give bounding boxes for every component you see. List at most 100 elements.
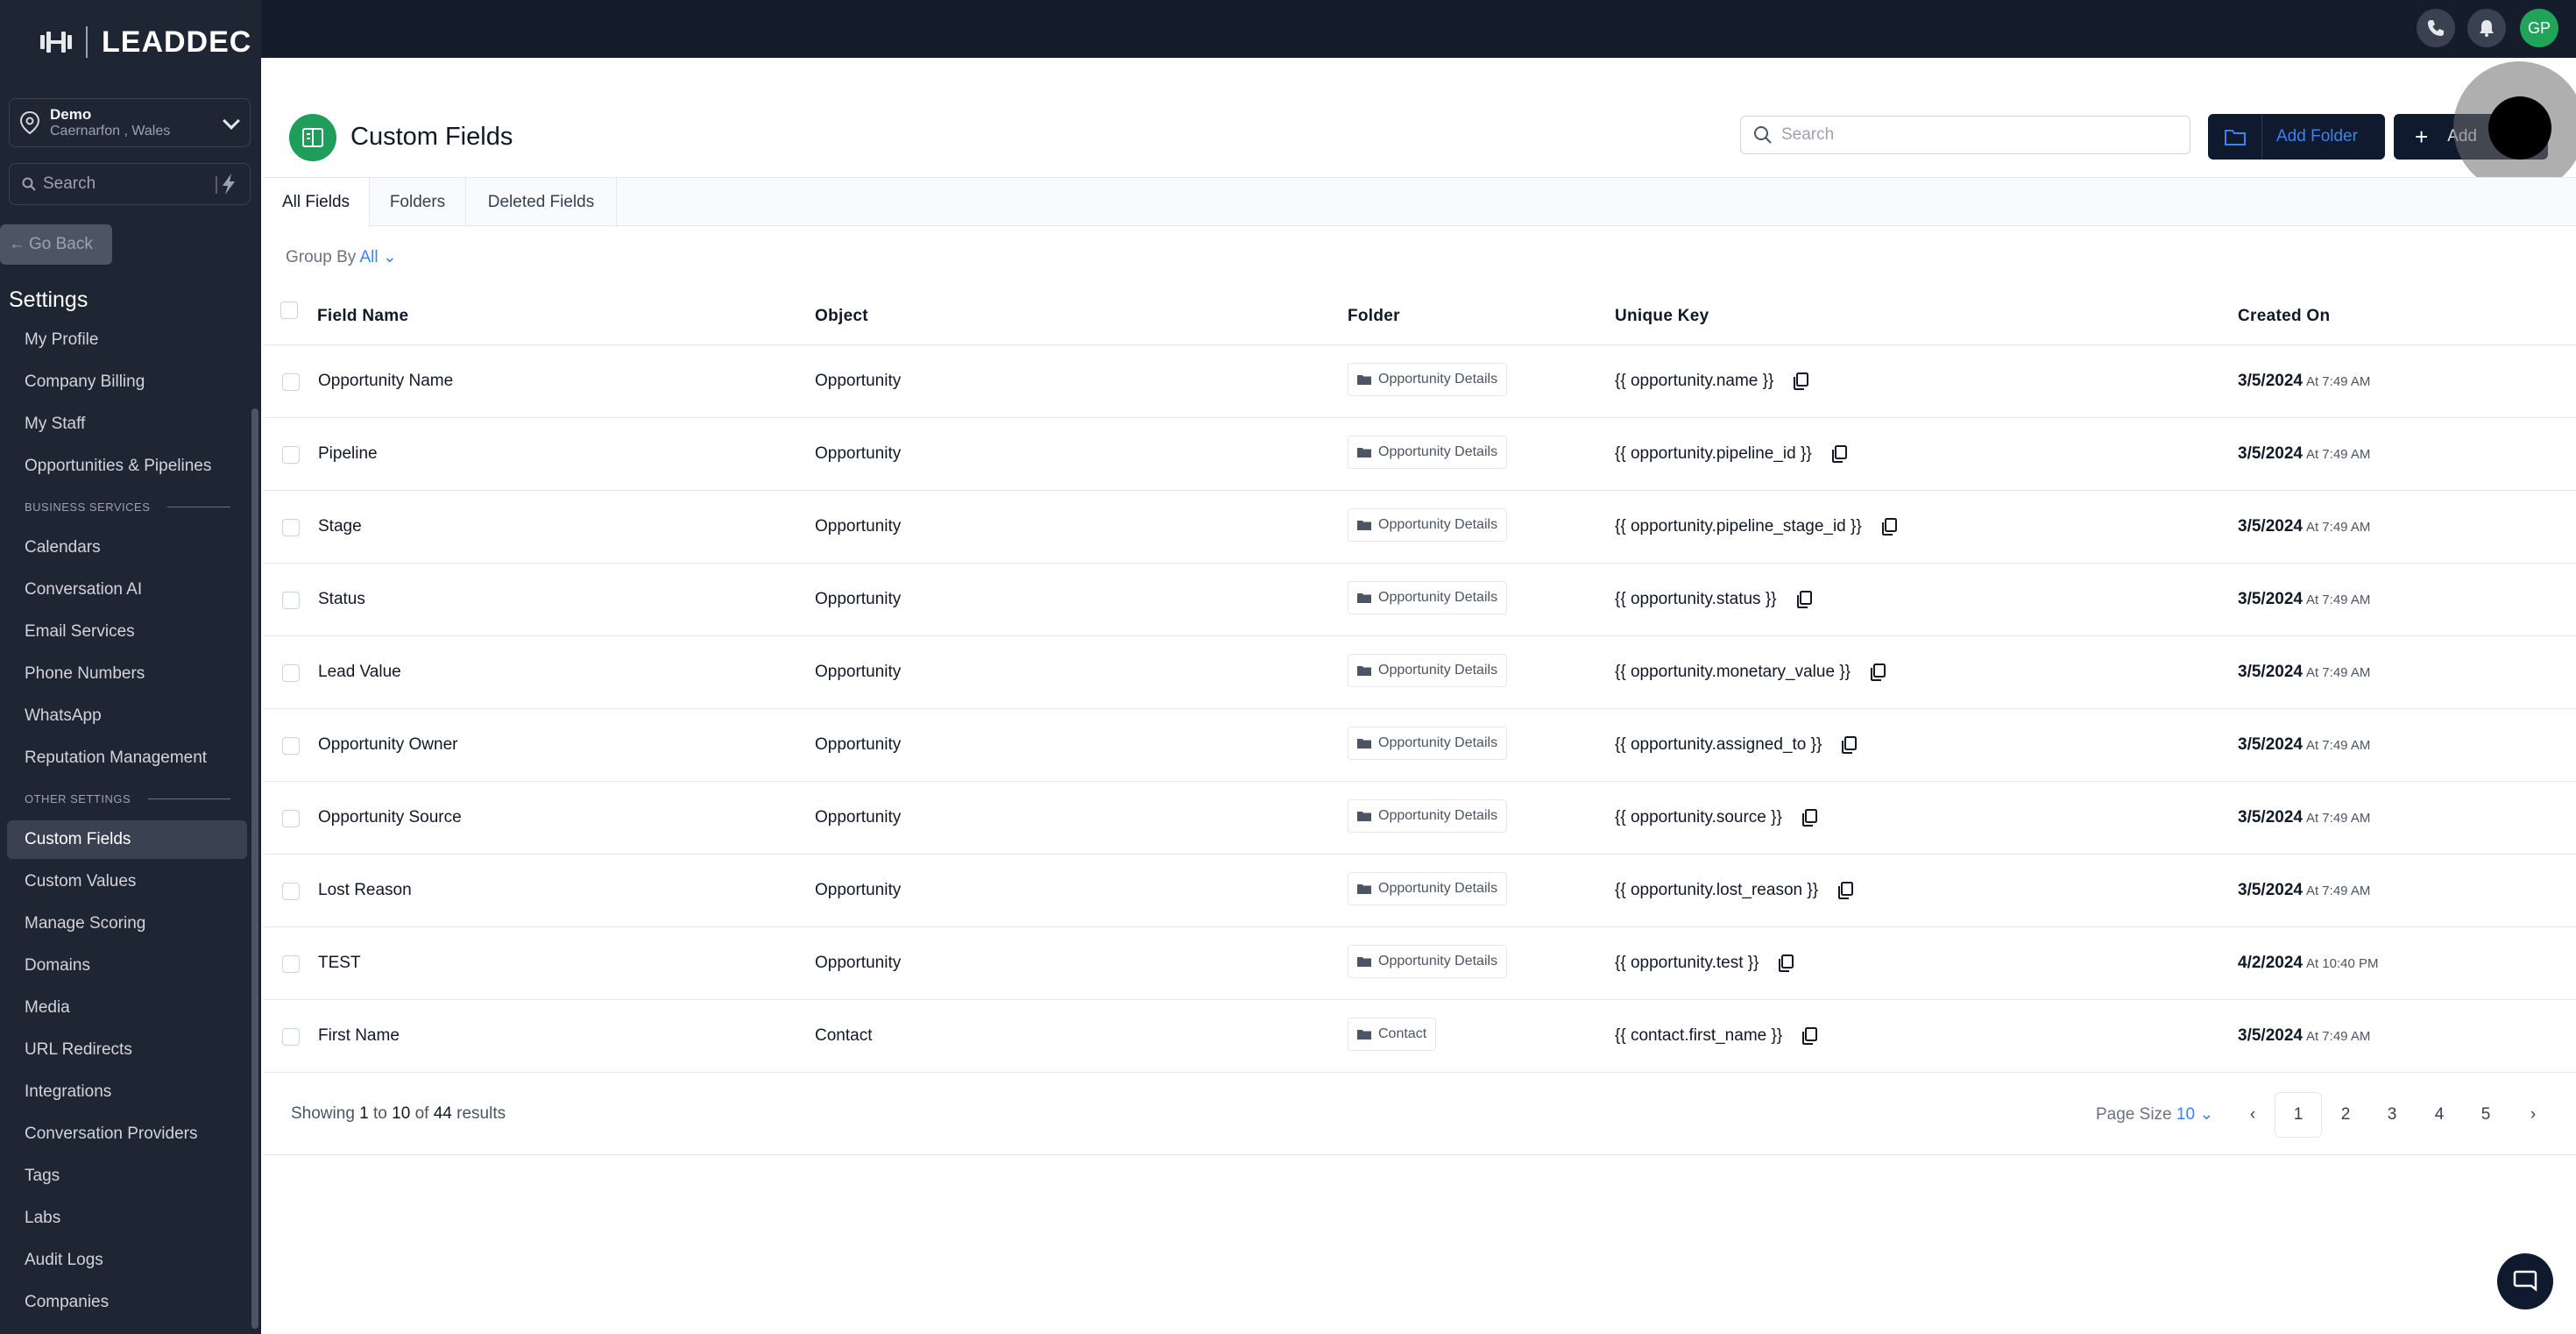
row-checkbox[interactable] (282, 519, 300, 536)
chat-widget-button[interactable] (2497, 1253, 2553, 1309)
copy-icon[interactable] (1793, 373, 1809, 390)
page-button-4[interactable]: 4 (2416, 1092, 2463, 1138)
next-page-button[interactable]: › (2509, 1092, 2557, 1138)
table-row[interactable]: Opportunity Source Opportunity Opportunity… (263, 782, 2576, 855)
column-header-unique-key[interactable]: Unique Key (1615, 307, 1709, 326)
page-button-5[interactable]: 5 (2462, 1092, 2509, 1138)
folder-chip[interactable]: Opportunity Details (1348, 581, 1508, 614)
nav-item-tags[interactable]: Tags (7, 1157, 247, 1196)
nav-item-labs[interactable]: Labs (7, 1199, 247, 1238)
copy-icon[interactable] (1870, 663, 1886, 681)
nav-item-audit-logs[interactable]: Audit Logs (7, 1241, 247, 1280)
column-header-object[interactable]: Object (815, 307, 868, 326)
page-size-selector[interactable]: Page Size 10 ⌄ (2096, 1104, 2213, 1125)
field-name[interactable]: Opportunity Name (318, 372, 453, 391)
nav-item-email-services[interactable]: Email Services (7, 613, 247, 651)
field-name[interactable]: Stage (318, 517, 362, 536)
nav-item-reputation-management[interactable]: Reputation Management (7, 739, 247, 777)
location-switcher[interactable]: Demo Caernarfon , Wales (9, 98, 251, 147)
folder-chip[interactable]: Opportunity Details (1348, 799, 1508, 833)
prev-page-button[interactable]: ‹ (2229, 1092, 2276, 1138)
sidebar-scrollbar[interactable] (251, 408, 258, 1329)
user-avatar[interactable]: GP (2520, 9, 2558, 47)
nav-item-domains[interactable]: Domains (7, 947, 247, 985)
copy-icon[interactable] (1837, 882, 1854, 899)
field-name[interactable]: Lead Value (318, 663, 401, 682)
table-row[interactable]: First Name Contact Contact {{ contact.first… (263, 1000, 2576, 1073)
folder-chip[interactable]: Opportunity Details (1348, 363, 1508, 396)
row-checkbox[interactable] (282, 592, 300, 609)
brand-logo[interactable]: LEADDEC (39, 25, 251, 60)
group-by-selector[interactable]: Group By All ⌄ (286, 247, 397, 267)
table-row[interactable]: Opportunity Name Opportunity Opportunity D… (263, 345, 2576, 418)
tab-all-fields[interactable]: All Fields (263, 178, 370, 227)
table-row[interactable]: Status Opportunity Opportunity Details {{ o… (263, 564, 2576, 636)
row-checkbox[interactable] (282, 737, 300, 755)
folder-chip[interactable]: Opportunity Details (1348, 436, 1508, 469)
notifications-button[interactable] (2467, 9, 2506, 47)
column-header-folder[interactable]: Folder (1348, 307, 1400, 326)
copy-icon[interactable] (1796, 591, 1812, 608)
field-name[interactable]: Status (318, 590, 365, 609)
folder-chip[interactable]: Opportunity Details (1348, 872, 1508, 905)
nav-item-calendars[interactable]: Calendars (7, 529, 247, 567)
lightning-icon[interactable] (215, 171, 241, 197)
search-input[interactable]: Search (1740, 116, 2190, 154)
row-checkbox[interactable] (282, 373, 300, 391)
row-checkbox[interactable] (282, 810, 300, 827)
go-back-button[interactable]: ← Go Back (0, 224, 112, 265)
field-name[interactable]: First Name (318, 1026, 400, 1046)
copy-icon[interactable] (1801, 809, 1817, 827)
row-checkbox[interactable] (282, 446, 300, 464)
nav-item-custom-fields[interactable]: Custom Fields (7, 820, 247, 859)
nav-item-conversation-providers[interactable]: Conversation Providers (7, 1115, 247, 1153)
column-header-created-on[interactable]: Created On (2238, 307, 2330, 326)
copy-icon[interactable] (1841, 736, 1858, 754)
nav-item-whatsapp[interactable]: WhatsApp (7, 697, 247, 735)
row-checkbox[interactable] (282, 664, 300, 682)
folder-chip[interactable]: Contact (1348, 1018, 1437, 1051)
nav-item-opportunities-pipelines[interactable]: Opportunities & Pipelines (7, 447, 247, 486)
table-row[interactable]: TEST Opportunity Opportunity Details {{ opp… (263, 927, 2576, 1000)
folder-chip[interactable]: Opportunity Details (1348, 945, 1508, 978)
copy-icon[interactable] (1801, 1027, 1818, 1045)
copy-icon[interactable] (1778, 954, 1794, 972)
copy-icon[interactable] (1831, 445, 1847, 463)
nav-item-my-profile[interactable]: My Profile (7, 321, 247, 359)
nav-item-conversation-ai[interactable]: Conversation AI (7, 571, 247, 609)
nav-item-company-billing[interactable]: Company Billing (7, 363, 247, 401)
nav-item-integrations[interactable]: Integrations (7, 1073, 247, 1111)
field-name[interactable]: Opportunity Owner (318, 735, 457, 755)
row-checkbox[interactable] (282, 883, 300, 900)
phone-button[interactable] (2417, 9, 2455, 47)
page-button-1[interactable]: 1 (2275, 1092, 2322, 1138)
field-name[interactable]: Lost Reason (318, 881, 412, 900)
tab-deleted-fields[interactable]: Deleted Fields (466, 178, 617, 227)
column-header-field-name[interactable]: Field Name (317, 307, 408, 326)
folder-chip[interactable]: Opportunity Details (1348, 654, 1508, 687)
nav-item-custom-values[interactable]: Custom Values (7, 862, 247, 901)
nav-item-my-staff[interactable]: My Staff (7, 405, 247, 443)
page-button-3[interactable]: 3 (2368, 1092, 2416, 1138)
field-name[interactable]: TEST (318, 954, 361, 973)
field-name[interactable]: Pipeline (318, 444, 378, 464)
nav-item-manage-scoring[interactable]: Manage Scoring (7, 905, 247, 943)
row-checkbox[interactable] (282, 955, 300, 973)
nav-item-companies[interactable]: Companies (7, 1283, 247, 1322)
folder-chip[interactable]: Opportunity Details (1348, 727, 1508, 760)
select-all-checkbox[interactable] (280, 302, 298, 319)
copy-icon[interactable] (1881, 518, 1897, 536)
row-checkbox[interactable] (282, 1028, 300, 1046)
nav-item-phone-numbers[interactable]: Phone Numbers (7, 655, 247, 693)
table-row[interactable]: Lost Reason Opportunity Opportunity Detail… (263, 855, 2576, 927)
sidebar-search-input[interactable]: Search (9, 163, 251, 205)
folder-chip[interactable]: Opportunity Details (1348, 508, 1508, 542)
tab-folders[interactable]: Folders (370, 178, 466, 227)
page-button-2[interactable]: 2 (2322, 1092, 2369, 1138)
table-row[interactable]: Stage Opportunity Opportunity Details {{ op… (263, 491, 2576, 564)
add-folder-button[interactable]: Add Folder (2208, 114, 2385, 160)
field-name[interactable]: Opportunity Source (318, 808, 462, 827)
table-row[interactable]: Pipeline Opportunity Opportunity Details {{… (263, 418, 2576, 491)
nav-item-media[interactable]: Media (7, 989, 247, 1027)
table-row[interactable]: Opportunity Owner Opportunity Opportunity … (263, 709, 2576, 782)
